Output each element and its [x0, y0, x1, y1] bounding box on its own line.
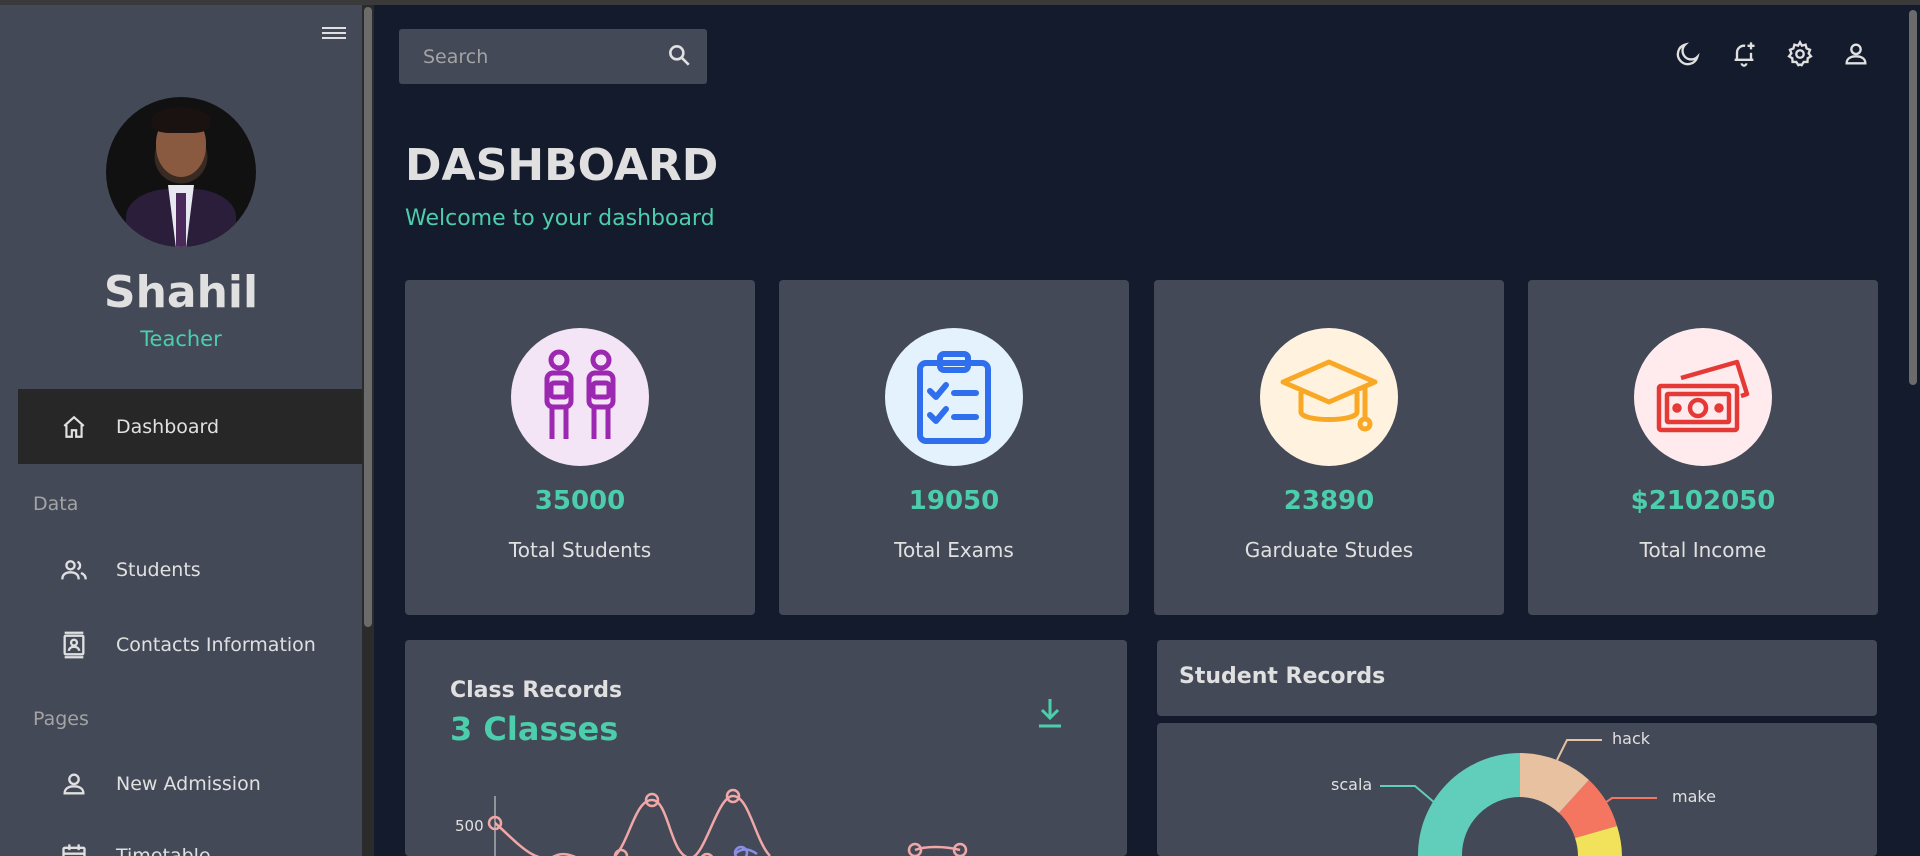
pie-slice [1417, 753, 1520, 856]
sidebar: Shahil Teacher Dashboard Data Students C… [0, 5, 362, 856]
clipboard-icon [885, 328, 1023, 466]
main-scrollbar[interactable] [1905, 5, 1920, 856]
sidebar-item-label: Contacts Information [116, 633, 316, 656]
y-tick-label: 500 [455, 817, 484, 835]
section-label-data: Data [33, 493, 79, 515]
home-icon [60, 413, 88, 441]
avatar [106, 97, 256, 247]
money-icon [1634, 328, 1772, 466]
top-icon-bar [1674, 39, 1870, 68]
stat-card-income: $2102050 Total Income [1528, 280, 1878, 615]
people-icon [60, 556, 88, 584]
pie-label-scala: scala [1331, 775, 1373, 794]
stat-label: Total Students [508, 538, 652, 562]
stat-value: 23890 [1283, 486, 1375, 516]
label-line [1601, 797, 1657, 806]
sidebar-item-label: Timetable [116, 844, 211, 856]
stat-value: 19050 [908, 486, 1000, 516]
stat-label: Total Exams [894, 538, 1014, 562]
user-icon[interactable] [1842, 40, 1870, 68]
sidebar-item-label: Dashboard [116, 415, 220, 438]
stat-label: Garduate Studes [1244, 538, 1414, 562]
sidebar-item-label: Students [116, 558, 201, 581]
stat-card-exams: 19050 Total Exams [779, 280, 1129, 615]
stat-card-students: 35000 Total Students [405, 280, 755, 615]
class-records-card: Class Records 3 Classes 500 [405, 640, 1127, 856]
pie-label-make: make [1672, 787, 1716, 806]
person-icon [60, 770, 88, 798]
pie-label-hack: hack [1612, 729, 1651, 748]
menu-icon[interactable] [322, 24, 346, 44]
students-icon [511, 328, 649, 466]
stat-value: 35000 [534, 486, 626, 516]
section-label-pages: Pages [33, 708, 89, 730]
dark-mode-icon[interactable] [1674, 40, 1702, 68]
student-records-title: Student Records [1179, 664, 1386, 689]
series-line [494, 794, 771, 856]
user-role: Teacher [140, 327, 222, 351]
page-title: DASHBOARD [405, 140, 719, 191]
sidebar-item-new-admission[interactable]: New Admission [18, 746, 362, 821]
page-subtitle: Welcome to your dashboard [405, 206, 715, 231]
stat-value: $2102050 [1630, 486, 1776, 516]
search-icon[interactable] [666, 42, 692, 72]
student-records-header: Student Records [1157, 640, 1877, 716]
user-name: Shahil [103, 267, 259, 318]
search-box [399, 29, 707, 84]
stat-label: Total Income [1639, 538, 1767, 562]
stat-card-graduates: 23890 Garduate Studes [1154, 280, 1504, 615]
notification-add-icon[interactable] [1730, 40, 1758, 68]
student-records-chart: hack scala make [1157, 723, 1877, 856]
class-records-line-chart: 500 [455, 788, 968, 856]
student-records-donut [1380, 739, 1657, 856]
sidebar-item-contacts[interactable]: Contacts Information [18, 607, 362, 682]
contacts-icon [60, 631, 88, 659]
sidebar-item-students[interactable]: Students [18, 532, 362, 607]
sidebar-item-dashboard[interactable]: Dashboard [18, 389, 362, 464]
sidebar-item-timetable[interactable]: Timetable [18, 818, 362, 856]
calendar-icon [60, 842, 88, 856]
label-line [1556, 739, 1602, 761]
sidebar-item-label: New Admission [116, 772, 261, 795]
search-input[interactable] [423, 45, 666, 68]
graduation-cap-icon [1260, 328, 1398, 466]
settings-icon[interactable] [1786, 39, 1814, 68]
sidebar-scrollbar[interactable] [362, 5, 374, 856]
label-line [1380, 785, 1436, 804]
